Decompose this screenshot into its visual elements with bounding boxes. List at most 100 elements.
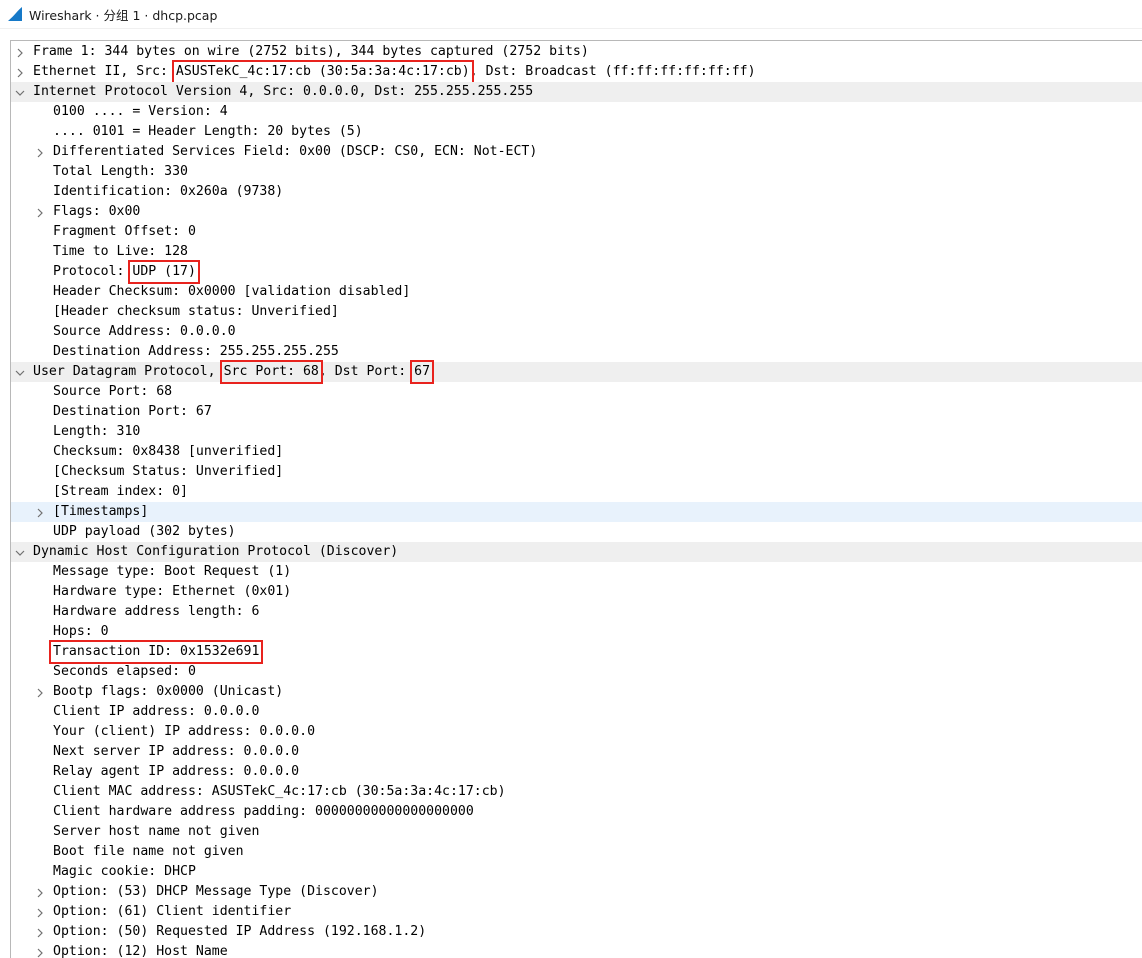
tree-item-label: Fragment Offset: 0 — [53, 224, 196, 239]
chevron-down-icon[interactable] — [14, 82, 26, 102]
tree-item-label: Client hardware address padding: 0000000… — [53, 804, 474, 819]
tree-item-label: Your (client) IP address: 0.0.0.0 — [53, 724, 316, 739]
tree-item-udp-payload[interactable]: UDP payload (302 bytes) — [11, 522, 1142, 542]
tree-item-ip-checksum[interactable]: Header Checksum: 0x0000 [validation disa… — [11, 282, 1142, 302]
tree-item-ip-dsfield[interactable]: Differentiated Services Field: 0x00 (DSC… — [11, 142, 1142, 162]
tree-item-dhcp-server-host[interactable]: Server host name not given — [11, 822, 1142, 842]
highlight-box-ethernet-src: ASUSTekC_4c:17:cb (30:5a:3a:4c:17:cb) — [171, 60, 474, 84]
tree-item-dhcp-transaction-id[interactable]: Transaction ID: 0x1532e691 — [11, 640, 1142, 664]
tree-item-label: Protocol: UDP (17) — [53, 260, 200, 284]
tree-item-dhcp-hw-padding[interactable]: Client hardware address padding: 0000000… — [11, 802, 1142, 822]
tree-item-dhcp-client-mac[interactable]: Client MAC address: ASUSTekC_4c:17:cb (3… — [11, 782, 1142, 802]
chevron-right-icon[interactable] — [14, 42, 26, 62]
packet-details-tree[interactable]: Frame 1: 344 bytes on wire (2752 bits), … — [10, 40, 1142, 958]
tree-item-udp[interactable]: User Datagram Protocol, Src Port: 68, Ds… — [11, 360, 1142, 384]
tree-item-label: Source Address: 0.0.0.0 — [53, 324, 236, 339]
highlight-box-ip-protocol: UDP (17) — [128, 260, 200, 284]
tree-item-label: Client MAC address: ASUSTekC_4c:17:cb (3… — [53, 784, 506, 799]
tree-item-ip-identification[interactable]: Identification: 0x260a (9738) — [11, 182, 1142, 202]
tree-item-label: User Datagram Protocol, Src Port: 68, Ds… — [33, 360, 435, 384]
tree-item-dhcp-relay-agent[interactable]: Relay agent IP address: 0.0.0.0 — [11, 762, 1142, 782]
tree-item-ip-protocol[interactable]: Protocol: UDP (17) — [11, 260, 1142, 284]
tree-item-udp-timestamps[interactable]: [Timestamps] — [11, 502, 1142, 522]
tree-item-dhcp-boot-file[interactable]: Boot file name not given — [11, 842, 1142, 862]
tree-item-dhcp-option-53[interactable]: Option: (53) DHCP Message Type (Discover… — [11, 882, 1142, 902]
tree-item-label: Relay agent IP address: 0.0.0.0 — [53, 764, 300, 779]
tree-item-label: Checksum: 0x8438 [unverified] — [53, 444, 284, 459]
tree-item-label: 0100 .... = Version: 4 — [53, 104, 228, 119]
chevron-right-icon[interactable] — [34, 682, 46, 702]
tree-item-label: Message type: Boot Request (1) — [53, 564, 292, 579]
tree-item-label: Boot file name not given — [53, 844, 244, 859]
chevron-right-icon[interactable] — [34, 142, 46, 162]
tree-item-label: Length: 310 — [53, 424, 141, 439]
tree-item-dhcp-bootp-flags[interactable]: Bootp flags: 0x0000 (Unicast) — [11, 682, 1142, 702]
tree-item-label: Option: (50) Requested IP Address (192.1… — [53, 924, 427, 939]
tree-item-dhcp-option-61[interactable]: Option: (61) Client identifier — [11, 902, 1142, 922]
tree-item-label: .... 0101 = Header Length: 20 bytes (5) — [53, 124, 363, 139]
tree-item-ip-flags[interactable]: Flags: 0x00 — [11, 202, 1142, 222]
tree-item-ip-ttl[interactable]: Time to Live: 128 — [11, 242, 1142, 262]
tree-item-dhcp-option-12[interactable]: Option: (12) Host Name — [11, 942, 1142, 958]
tree-item-dhcp[interactable]: Dynamic Host Configuration Protocol (Dis… — [11, 542, 1142, 562]
tree-item-dhcp-magic-cookie[interactable]: Magic cookie: DHCP — [11, 862, 1142, 882]
tree-item-dhcp-your-ip[interactable]: Your (client) IP address: 0.0.0.0 — [11, 722, 1142, 742]
chevron-right-icon[interactable] — [34, 502, 46, 522]
tree-item-label: Time to Live: 128 — [53, 244, 188, 259]
chevron-right-icon[interactable] — [34, 202, 46, 222]
tree-item-label: Next server IP address: 0.0.0.0 — [53, 744, 300, 759]
tree-item-dhcp-hops[interactable]: Hops: 0 — [11, 622, 1142, 642]
tree-item-ip-header-length[interactable]: .... 0101 = Header Length: 20 bytes (5) — [11, 122, 1142, 142]
chevron-down-icon[interactable] — [14, 542, 26, 562]
tree-item-ip-total-length[interactable]: Total Length: 330 — [11, 162, 1142, 182]
tree-item-dhcp-seconds[interactable]: Seconds elapsed: 0 — [11, 662, 1142, 682]
tree-item-ethernet[interactable]: Ethernet II, Src: ASUSTekC_4c:17:cb (30:… — [11, 60, 1142, 84]
chevron-down-icon[interactable] — [14, 362, 26, 382]
tree-item-label: Magic cookie: DHCP — [53, 864, 196, 879]
tree-item-label: [Checksum Status: Unverified] — [53, 464, 284, 479]
tree-item-udp-source-port[interactable]: Source Port: 68 — [11, 382, 1142, 402]
tree-item-ip-dst[interactable]: Destination Address: 255.255.255.255 — [11, 342, 1142, 362]
tree-item-label: Transaction ID: 0x1532e691 — [48, 640, 264, 664]
tree-item-ip-fragment-offset[interactable]: Fragment Offset: 0 — [11, 222, 1142, 242]
chevron-right-icon[interactable] — [34, 902, 46, 922]
tree-item-label: Hardware address length: 6 — [53, 604, 260, 619]
tree-item-label: Destination Port: 67 — [53, 404, 212, 419]
tree-item-udp-length[interactable]: Length: 310 — [11, 422, 1142, 442]
chevron-right-icon[interactable] — [34, 922, 46, 942]
tree-item-ip-src[interactable]: Source Address: 0.0.0.0 — [11, 322, 1142, 342]
ip-protocol-prefix: Protocol: — [53, 264, 133, 279]
tree-item-dhcp-next-server[interactable]: Next server IP address: 0.0.0.0 — [11, 742, 1142, 762]
tree-item-label: Ethernet II, Src: ASUSTekC_4c:17:cb (30:… — [33, 60, 756, 84]
tree-item-dhcp-option-50[interactable]: Option: (50) Requested IP Address (192.1… — [11, 922, 1142, 942]
tree-item-label: Identification: 0x260a (9738) — [53, 184, 284, 199]
tree-item-label: Option: (53) DHCP Message Type (Discover… — [53, 884, 379, 899]
chevron-right-icon[interactable] — [14, 62, 26, 82]
tree-item-udp-stream-index[interactable]: [Stream index: 0] — [11, 482, 1142, 502]
tree-item-dhcp-hw-len[interactable]: Hardware address length: 6 — [11, 602, 1142, 622]
tree-item-dhcp-message-type[interactable]: Message type: Boot Request (1) — [11, 562, 1142, 582]
chevron-right-icon[interactable] — [34, 882, 46, 902]
tree-item-dhcp-hw-type[interactable]: Hardware type: Ethernet (0x01) — [11, 582, 1142, 602]
tree-item-label: Differentiated Services Field: 0x00 (DSC… — [53, 144, 538, 159]
udp-middle: , Dst Port: — [318, 364, 415, 379]
tree-item-ipv4[interactable]: Internet Protocol Version 4, Src: 0.0.0.… — [11, 82, 1142, 102]
tree-item-label: Dynamic Host Configuration Protocol (Dis… — [33, 544, 399, 559]
tree-item-udp-checksum-status[interactable]: [Checksum Status: Unverified] — [11, 462, 1142, 482]
tree-item-udp-checksum[interactable]: Checksum: 0x8438 [unverified] — [11, 442, 1142, 462]
highlight-box-udp-dst-port: 67 — [410, 360, 435, 384]
tree-item-label: Header Checksum: 0x0000 [validation disa… — [53, 284, 411, 299]
tree-item-label: Source Port: 68 — [53, 384, 173, 399]
tree-item-label: Option: (12) Host Name — [53, 944, 228, 958]
chevron-right-icon[interactable] — [34, 942, 46, 958]
tree-item-ip-version[interactable]: 0100 .... = Version: 4 — [11, 102, 1142, 122]
tree-item-label: Server host name not given — [53, 824, 260, 839]
tree-item-label: Client IP address: 0.0.0.0 — [53, 704, 260, 719]
tree-item-frame[interactable]: Frame 1: 344 bytes on wire (2752 bits), … — [11, 42, 1142, 62]
tree-item-label: Hardware type: Ethernet (0x01) — [53, 584, 292, 599]
tree-item-ip-checksum-status[interactable]: [Header checksum status: Unverified] — [11, 302, 1142, 322]
tree-item-dhcp-client-ip[interactable]: Client IP address: 0.0.0.0 — [11, 702, 1142, 722]
udp-prefix: User Datagram Protocol, — [33, 364, 216, 379]
tree-item-label: [Timestamps] — [53, 504, 149, 519]
tree-item-udp-destination-port[interactable]: Destination Port: 67 — [11, 402, 1142, 422]
